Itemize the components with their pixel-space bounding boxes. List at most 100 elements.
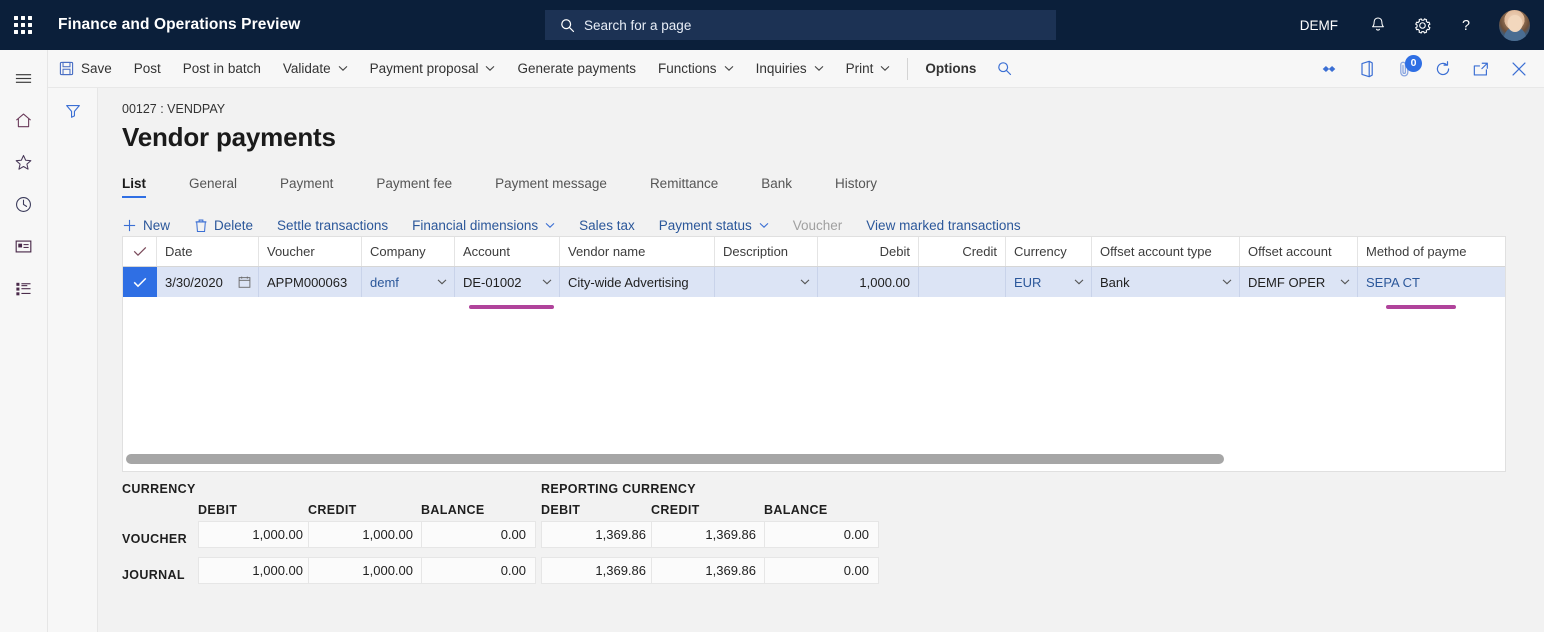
open-in-office-icon[interactable]: [1348, 50, 1386, 88]
column-header-currency[interactable]: Currency: [1006, 237, 1092, 266]
totals-voucher-reporting-balance[interactable]: 0.00: [764, 521, 879, 548]
functions-menu[interactable]: Functions: [647, 50, 745, 88]
financial-dimensions-menu[interactable]: Financial dimensions: [412, 218, 555, 233]
column-header-description[interactable]: Description: [715, 237, 818, 266]
column-header-voucher[interactable]: Voucher: [259, 237, 362, 266]
post-button[interactable]: Post: [123, 50, 172, 88]
payment-proposal-menu[interactable]: Payment proposal: [359, 50, 507, 88]
column-header-date[interactable]: Date: [157, 237, 259, 266]
totals-journal-reporting-balance[interactable]: 0.00: [764, 557, 879, 584]
relationships-icon[interactable]: [1310, 50, 1348, 88]
print-menu[interactable]: Print: [835, 50, 902, 88]
totals-voucher-currency-balance[interactable]: 0.00: [421, 521, 536, 548]
favorites-star-icon[interactable]: [0, 141, 48, 183]
cell-date[interactable]: 3/30/2020: [157, 267, 259, 297]
cell-offset-account-value: DEMF OPER: [1248, 275, 1325, 290]
chevron-down-icon[interactable]: [1222, 279, 1232, 286]
tab-payment-message[interactable]: Payment message: [495, 176, 607, 198]
cell-offset-account[interactable]: DEMF OPER: [1240, 267, 1358, 297]
tab-history[interactable]: History: [835, 176, 877, 198]
user-avatar[interactable]: [1498, 9, 1531, 42]
totals-voucher-reporting-debit[interactable]: 1,369.86: [541, 521, 656, 548]
column-header-debit[interactable]: Debit: [818, 237, 919, 266]
view-marked-transactions-button[interactable]: View marked transactions: [866, 218, 1020, 233]
column-header-method-of-payment[interactable]: Method of paymer: [1358, 237, 1466, 266]
payment-status-menu[interactable]: Payment status: [659, 218, 769, 233]
chevron-down-icon[interactable]: [1340, 279, 1350, 286]
cell-vendor-name[interactable]: City-wide Advertising: [560, 267, 715, 297]
command-search-button[interactable]: [987, 50, 1022, 88]
new-button[interactable]: New: [122, 218, 170, 233]
sales-tax-button[interactable]: Sales tax: [579, 218, 635, 233]
settle-transactions-button[interactable]: Settle transactions: [277, 218, 388, 233]
inquiries-menu[interactable]: Inquiries: [745, 50, 835, 88]
tab-list[interactable]: List: [122, 176, 146, 198]
recent-clock-icon[interactable]: [0, 183, 48, 225]
help-icon[interactable]: ?: [1448, 7, 1484, 43]
waffle-icon[interactable]: [0, 0, 46, 50]
voucher-label: Voucher: [793, 218, 843, 233]
modules-list-icon[interactable]: [0, 267, 48, 309]
cell-currency[interactable]: EUR: [1006, 267, 1092, 297]
totals-journal-currency-credit[interactable]: 1,000.00: [308, 557, 423, 584]
svg-text:?: ?: [1462, 18, 1470, 34]
totals-journal-currency-balance[interactable]: 0.00: [421, 557, 536, 584]
chevron-down-icon[interactable]: [1074, 279, 1084, 286]
column-header-offset-account[interactable]: Offset account: [1240, 237, 1358, 266]
tab-payment-fee[interactable]: Payment fee: [376, 176, 452, 198]
chevron-down-icon: [759, 222, 769, 229]
validate-menu[interactable]: Validate: [272, 50, 359, 88]
post-in-batch-button[interactable]: Post in batch: [172, 50, 272, 88]
chevron-down-icon[interactable]: [437, 279, 447, 286]
column-header-account[interactable]: Account: [455, 237, 560, 266]
attachments-icon[interactable]: 0: [1386, 50, 1424, 88]
cell-company[interactable]: demf: [362, 267, 455, 297]
new-label: New: [143, 218, 170, 233]
tab-general[interactable]: General: [189, 176, 237, 198]
row-select-checkbox[interactable]: [123, 267, 157, 297]
totals-voucher-currency-debit[interactable]: 1,000.00: [198, 521, 313, 548]
column-header-credit[interactable]: Credit: [919, 237, 1006, 266]
column-header-vendor-name[interactable]: Vendor name: [560, 237, 715, 266]
close-icon[interactable]: [1500, 50, 1538, 88]
cell-debit[interactable]: 1,000.00: [818, 267, 919, 297]
generate-payments-button[interactable]: Generate payments: [506, 50, 647, 88]
table-row[interactable]: 3/30/2020 APPM000063 demf DE-01002: [123, 267, 1505, 297]
cell-description[interactable]: [715, 267, 818, 297]
hamburger-menu-icon[interactable]: [0, 57, 48, 99]
notifications-icon[interactable]: [1360, 7, 1396, 43]
global-search-box[interactable]: Search for a page: [545, 10, 1056, 40]
totals-journal-reporting-credit[interactable]: 1,369.86: [651, 557, 766, 584]
cell-account[interactable]: DE-01002: [455, 267, 560, 297]
grid-scrollbar-thumb[interactable]: [126, 454, 1224, 464]
totals-journal-reporting-debit[interactable]: 1,369.86: [541, 557, 656, 584]
select-all-checkbox[interactable]: [123, 237, 157, 266]
tab-payment[interactable]: Payment: [280, 176, 333, 198]
column-header-company[interactable]: Company: [362, 237, 455, 266]
column-header-offset-account-type[interactable]: Offset account type: [1092, 237, 1240, 266]
options-menu[interactable]: Options: [914, 50, 987, 88]
chevron-down-icon[interactable]: [800, 279, 810, 286]
totals-voucher-reporting-credit[interactable]: 1,369.86: [651, 521, 766, 548]
totals-journal-currency-debit[interactable]: 1,000.00: [198, 557, 313, 584]
refresh-icon[interactable]: [1424, 50, 1462, 88]
grid-horizontal-scrollbar[interactable]: [123, 453, 1505, 465]
filter-funnel-icon[interactable]: [61, 99, 85, 123]
company-selector[interactable]: DEMF: [1300, 18, 1338, 33]
post-in-batch-label: Post in batch: [183, 61, 261, 76]
chevron-down-icon[interactable]: [542, 279, 552, 286]
tab-remittance[interactable]: Remittance: [650, 176, 718, 198]
delete-button[interactable]: Delete: [194, 218, 253, 233]
save-button[interactable]: Save: [48, 50, 123, 88]
cell-offset-account-type[interactable]: Bank: [1092, 267, 1240, 297]
calendar-icon[interactable]: [238, 276, 251, 289]
totals-voucher-currency-credit[interactable]: 1,000.00: [308, 521, 423, 548]
cell-credit[interactable]: [919, 267, 1006, 297]
home-icon[interactable]: [0, 99, 48, 141]
workspaces-icon[interactable]: [0, 225, 48, 267]
cell-method-of-payment[interactable]: SEPA CT: [1358, 267, 1466, 297]
tab-bank[interactable]: Bank: [761, 176, 792, 198]
cell-voucher[interactable]: APPM000063: [259, 267, 362, 297]
settings-gear-icon[interactable]: [1404, 7, 1440, 43]
popout-icon[interactable]: [1462, 50, 1500, 88]
